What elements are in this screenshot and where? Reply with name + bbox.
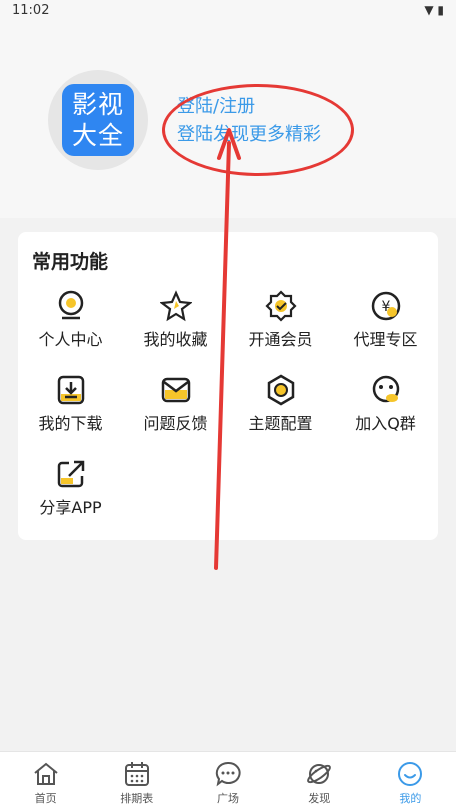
tab-label: 排期表 xyxy=(120,792,154,805)
chat-bubble-icon xyxy=(215,761,241,787)
calendar-icon xyxy=(124,762,149,786)
grid-item-label: 我的下载 xyxy=(38,414,103,433)
functions-card: 常用功能 个人中心 我的收藏 开通会员 ¥ 代理专区 我的下载 问题反馈 主题配… xyxy=(18,232,438,540)
grid-item-label: 个人中心 xyxy=(38,330,103,349)
grid-item-user-center[interactable]: 个人中心 xyxy=(18,290,123,360)
download-icon xyxy=(57,375,84,405)
vip-badge-icon xyxy=(264,290,297,322)
grid-item-label: 主题配置 xyxy=(248,414,313,433)
theme-hex-icon xyxy=(267,374,294,406)
grid-item-label: 代理专区 xyxy=(353,330,418,349)
yuan-coin-icon: ¥ xyxy=(371,291,400,321)
grid-item-vip[interactable]: 开通会员 xyxy=(228,290,333,360)
bottom-tab-bar: 首页 排期表 广场 发现 我的 xyxy=(0,751,456,811)
avatar[interactable]: 影视 大全 xyxy=(48,70,148,170)
grid-item-downloads[interactable]: 我的下载 xyxy=(18,374,123,444)
grid-item-label: 我的收藏 xyxy=(143,330,208,349)
grid-item-label: 分享APP xyxy=(39,498,102,517)
grid-item-share[interactable]: 分享APP xyxy=(18,458,123,528)
user-center-icon xyxy=(58,290,83,320)
tab-square[interactable]: 广场 xyxy=(182,752,273,811)
tab-label: 首页 xyxy=(34,792,57,805)
grid-item-qq-group[interactable]: 加入Q群 xyxy=(333,374,438,444)
star-icon xyxy=(159,290,192,322)
grid-item-feedback[interactable]: 问题反馈 xyxy=(123,374,228,444)
status-bar: 11:02 ▼ ▮ xyxy=(0,0,456,22)
planet-icon xyxy=(307,764,332,784)
tab-schedule[interactable]: 排期表 xyxy=(91,752,182,811)
tab-mine[interactable]: 我的 xyxy=(365,752,456,811)
tab-home[interactable]: 首页 xyxy=(0,752,91,811)
share-icon xyxy=(57,460,84,488)
tab-discover[interactable]: 发现 xyxy=(274,752,365,811)
grid-item-label: 问题反馈 xyxy=(143,414,208,433)
status-time: 11:02 xyxy=(12,3,50,18)
grid-item-label: 加入Q群 xyxy=(355,414,416,433)
app-logo: 影视 大全 xyxy=(62,84,134,156)
functions-title: 常用功能 xyxy=(32,251,109,273)
status-icons: ▼ ▮ xyxy=(424,3,444,17)
tab-label: 广场 xyxy=(217,792,239,805)
logo-line-1: 影视 xyxy=(71,90,124,119)
feedback-mail-icon xyxy=(161,377,190,403)
annotation-ellipse xyxy=(162,84,354,176)
grid-item-theme[interactable]: 主题配置 xyxy=(228,374,333,444)
smile-icon xyxy=(398,762,423,786)
grid-item-favorites[interactable]: 我的收藏 xyxy=(123,290,228,360)
grid-item-label: 开通会员 xyxy=(248,330,313,349)
tab-label: 发现 xyxy=(308,792,331,805)
grid-item-agent[interactable]: ¥ 代理专区 xyxy=(333,290,438,360)
qq-icon xyxy=(372,375,399,403)
profile-header: 影视 大全 登陆/注册 登陆发现更多精彩 xyxy=(0,22,456,218)
tab-label: 我的 xyxy=(399,792,422,805)
logo-line-2: 大全 xyxy=(71,121,124,150)
svg-text:¥: ¥ xyxy=(381,299,390,315)
home-icon xyxy=(33,762,58,785)
